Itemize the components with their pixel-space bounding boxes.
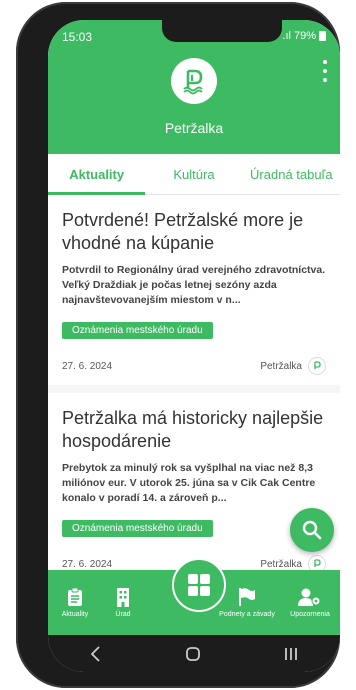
user-settings-icon [298,588,321,606]
article-tag[interactable]: Oznámenia mestského úradu [62,322,213,339]
article-title[interactable]: Petržalka má historicky najlepšie hospod… [62,407,326,453]
article-date: 27. 6. 2024 [62,558,113,570]
home-icon[interactable] [185,646,201,662]
status-indicators: .ıl 79% [282,30,326,42]
nav-aktuality[interactable]: Aktuality [52,570,98,635]
search-icon [302,520,322,540]
nav-aktuality-label: Aktuality [61,611,89,618]
signal-icon: .ıl [282,30,291,42]
article-card[interactable]: Potvrdené! Petržalské more je vhodné na … [48,195,340,385]
building-icon [117,588,129,607]
petrzalka-logo [171,58,217,104]
article-excerpt: Potvrdil to Regionálny úrad verejného zd… [62,264,326,306]
article-title[interactable]: Potvrdené! Petržalské more je vhodné na … [62,209,326,255]
tab-uradna-tabula[interactable]: Úradná tabuľa [243,154,340,194]
tab-bar: Aktuality Kultúra Úradná tabuľa [48,154,340,195]
back-icon[interactable] [89,645,103,662]
center-menu-button[interactable] [172,558,226,612]
more-menu-icon[interactable] [318,60,332,82]
nav-upozornenia[interactable]: Upozornenia [282,570,338,635]
article-tag[interactable]: Oznámenia mestského úradu [62,520,213,537]
clipboard-icon [68,587,82,606]
flag-icon [239,588,255,606]
search-button[interactable] [290,508,334,552]
source-logo-icon [308,357,326,375]
status-time: 15:03 [62,30,93,44]
nav-upozornenia-label: Upozornenia [290,611,330,618]
article-card[interactable]: Petržalka má historicky najlepšie hospod… [48,393,340,583]
tab-aktuality[interactable]: Aktuality [48,154,146,195]
nav-urad[interactable]: Úrad [100,570,146,635]
article-meta: 27. 6. 2024 Petržalka [62,357,326,375]
article-date: 27. 6. 2024 [62,360,113,372]
tab-kultura[interactable]: Kultúra [145,154,242,194]
nav-podnety-label: Podnety a závady [219,611,275,618]
grid-icon [188,574,210,596]
article-source: Petržalka [260,357,326,375]
recent-apps-icon[interactable] [283,646,299,662]
notch [162,20,282,42]
battery-icon [319,31,326,41]
app-title: Petržalka [164,120,224,136]
article-source-label: Petržalka [260,558,302,570]
app-screen: 15:03 .ıl 79% Petržalka Aktuality Kultúr… [48,20,340,672]
battery-level: 79% [293,30,316,42]
system-navigation-bar [48,635,340,672]
article-source-label: Petržalka [260,360,302,372]
article-excerpt: Prebytok za minulý rok sa vyšplhal na vi… [62,462,316,504]
nav-urad-label: Úrad [115,611,131,618]
